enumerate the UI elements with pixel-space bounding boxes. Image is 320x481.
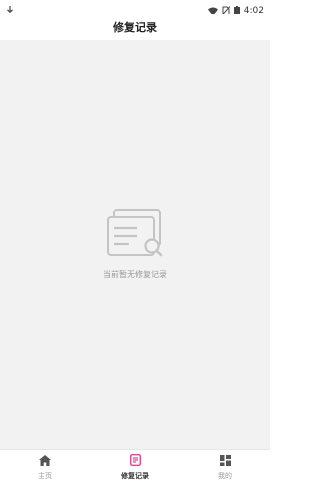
tab-mine-label: 我的 [218, 472, 232, 480]
app-header: 修复记录 [0, 14, 270, 41]
empty-state: 当前暂无修复记录 [0, 209, 270, 280]
main-content: 当前暂无修复记录 [0, 40, 270, 449]
home-icon [39, 451, 51, 470]
tab-home[interactable]: 主页 [0, 450, 90, 481]
tab-records[interactable]: 修复记录 [90, 450, 180, 481]
grid-icon [219, 451, 231, 470]
tab-home-label: 主页 [38, 472, 52, 480]
empty-message: 当前暂无修复记录 [103, 270, 167, 279]
record-icon [129, 451, 141, 470]
page-title: 修复记录 [113, 21, 157, 34]
status-bar: 4:02 [0, 0, 270, 16]
bottom-tab-bar: 主页 修复记录 我的 [0, 449, 270, 481]
tab-mine[interactable]: 我的 [180, 450, 270, 481]
empty-record-icon [107, 209, 163, 257]
tab-records-label: 修复记录 [121, 472, 149, 480]
